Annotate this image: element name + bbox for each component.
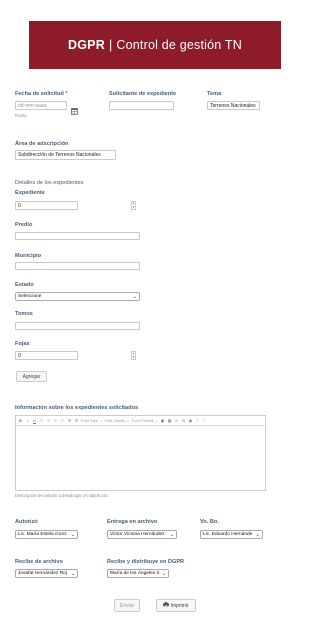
help-icon[interactable]: ? <box>195 418 200 423</box>
fecha-label-text: Fecha de solicitud <box>15 91 64 97</box>
header-separator: | <box>108 38 113 52</box>
estado-selected: Seleccione <box>18 294 42 299</box>
predio-input[interactable] <box>15 232 140 240</box>
municipio-input[interactable] <box>15 262 140 270</box>
vobo-label: Vo. Bo. <box>200 519 219 525</box>
tomos-label: Tomos <box>15 311 33 317</box>
estado-label: Estado <box>15 282 34 288</box>
italic-icon[interactable]: I <box>25 418 30 423</box>
distribuye-select[interactable]: María de los Ángeles S ⌄ <box>107 569 169 578</box>
estado-select[interactable]: Seleccione ⌄ <box>15 292 140 301</box>
bullet-list-icon[interactable]: ☰ <box>67 418 72 423</box>
fojas-stepper[interactable]: ▲ ▼ <box>131 351 136 360</box>
recibe-select[interactable]: Josafat Hernández Roj ⌄ <box>15 569 78 578</box>
font-format-dropdown[interactable]: Font Format ⌄ <box>132 418 158 423</box>
entrega-label: Entrega en archivo <box>107 519 158 525</box>
expediente-label: Expediente <box>15 190 45 196</box>
font-family-dropdown[interactable]: Font Family ⌄ <box>104 418 129 423</box>
agregar-button[interactable]: Agregar <box>16 371 47 382</box>
header-brand: DGPR <box>68 38 105 52</box>
form-header: DGPR | Control de gestión TN <box>29 21 281 69</box>
print-button[interactable]: Imprimir <box>156 599 196 612</box>
expediente-input[interactable]: 0 <box>15 201 78 210</box>
predio-label: Predio <box>15 222 33 228</box>
solicitante-label: Solicitante de expediente <box>109 91 177 97</box>
underline-icon[interactable]: U <box>32 418 37 423</box>
tema-input[interactable]: Terrenos Nacionales <box>207 101 260 110</box>
fojas-input[interactable]: 0 <box>15 351 78 360</box>
recibe-selected: Josafat Hernández Roj <box>18 571 67 576</box>
print-label: Imprimir <box>170 602 189 609</box>
rich-text-editor[interactable]: B I U ≡ ≡ ≡ ≡ ☰ ☰ Font Size ⌄ Font Famil… <box>15 415 266 491</box>
editor-toolbar: B I U ≡ ≡ ≡ ≡ ☰ ☰ Font Size ⌄ Font Famil… <box>16 416 265 426</box>
align-left-icon[interactable]: ≡ <box>39 418 44 423</box>
fullscreen-icon[interactable]: ⛶ <box>202 418 207 423</box>
autorizo-label: Autorizó <box>15 519 38 525</box>
municipio-label: Municipio <box>15 253 42 259</box>
required-mark: * <box>65 91 68 97</box>
font-size-dropdown[interactable]: Font Size ⌄ <box>81 418 102 423</box>
numbered-list-icon[interactable]: ☰ <box>74 418 79 423</box>
chevron-down-icon: ⌄ <box>70 531 75 538</box>
align-right-icon[interactable]: ≡ <box>53 418 58 423</box>
tema-label: Tema <box>207 91 222 97</box>
recibe-label: Recibe de archivo <box>15 559 63 565</box>
entrega-selected: Víctor Victoria Hernández <box>110 532 165 537</box>
distribuye-label: Recibe y distribuye en DGPR <box>107 559 185 565</box>
info-label: Información sobre los expedientes solici… <box>15 405 139 411</box>
tomos-input[interactable] <box>15 322 140 330</box>
header-title: Control de gestión TN <box>116 38 242 52</box>
fecha-sublabel: Fecha <box>15 113 27 118</box>
fecha-input[interactable]: dd-mm-aaaa <box>15 101 67 110</box>
justify-icon[interactable]: ≡ <box>60 418 65 423</box>
fojas-label: Fojas <box>15 341 30 347</box>
unlink-icon[interactable]: ⊘ <box>181 418 186 423</box>
area-input[interactable]: Subdirección de Terrenos Nacionales <box>15 150 116 160</box>
chevron-down-icon: ⌄ <box>255 531 260 538</box>
fecha-placeholder: dd-mm-aaaa <box>18 102 47 109</box>
bold-icon[interactable]: B <box>18 418 23 423</box>
area-label: Área de adscripción <box>15 141 69 147</box>
calendar-icon[interactable] <box>71 102 78 120</box>
submit-button[interactable]: Enviar <box>114 599 140 612</box>
align-center-icon[interactable]: ≡ <box>46 418 51 423</box>
solicitante-input[interactable] <box>109 101 174 110</box>
fecha-label: Fecha de solicitud * <box>15 91 68 97</box>
view-source-icon[interactable]: ◉ <box>188 418 193 423</box>
printer-icon <box>163 602 170 609</box>
vobo-selected: Lic. Eduardo Hernánde <box>203 532 253 537</box>
vobo-select[interactable]: Lic. Eduardo Hernánde ⌄ <box>200 530 263 539</box>
expediente-stepper[interactable]: ▲ ▼ <box>131 201 136 210</box>
autorizo-selected: Lic. María Estela Gonz <box>18 532 67 537</box>
link-icon[interactable]: ∞ <box>174 418 179 423</box>
chevron-down-icon: ⌄ <box>161 570 166 577</box>
chevron-down-icon: ⌄ <box>132 293 137 300</box>
distribuye-selected: María de los Ángeles S <box>110 571 160 576</box>
chevron-down-icon: ⌄ <box>70 570 75 577</box>
image-icon[interactable]: ▣ <box>160 418 165 423</box>
info-helper-text: Descripción del asunto a desahogar y/o d… <box>15 493 108 498</box>
chevron-down-icon: ⌄ <box>169 531 174 538</box>
detalles-section-title: Detalles de los expedientes <box>15 180 84 186</box>
autorizo-select[interactable]: Lic. María Estela Gonz ⌄ <box>15 530 78 539</box>
table-icon[interactable]: ▦ <box>167 418 172 423</box>
entrega-select[interactable]: Víctor Victoria Hernández ⌄ <box>107 530 177 539</box>
